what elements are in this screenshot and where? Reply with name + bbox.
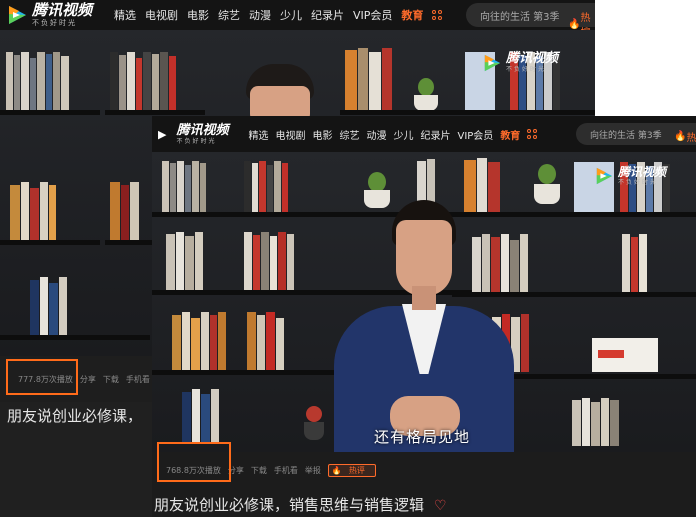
- video-watermark: 腾讯视频 不负好时光: [482, 52, 558, 73]
- hot-search[interactable]: 🔥 热: [674, 129, 696, 144]
- plant: [532, 162, 562, 212]
- nav-item-featured[interactable]: 精选: [114, 7, 136, 23]
- share-button[interactable]: 分享: [80, 374, 96, 385]
- watch-on-phone-button[interactable]: 手机看: [126, 374, 150, 385]
- play-triangle-icon: ▶: [158, 127, 167, 141]
- watch-on-phone-button[interactable]: 手机看: [274, 465, 298, 476]
- nav-item-education[interactable]: 教育: [500, 127, 520, 142]
- plant: [412, 78, 442, 113]
- tencent-video-logo-icon: [484, 54, 501, 71]
- presenter: [324, 186, 524, 452]
- nav-links: 精选 电视剧 电影 综艺 动漫 少儿 纪录片 VIP会员 教育: [248, 127, 538, 142]
- hot-comments-badge[interactable]: 🔥 热评: [327, 463, 376, 477]
- watermark-subtitle: 不负好时光: [506, 66, 547, 73]
- front-screenshot: ▶ 腾讯视频 不负好时光 精选 电视剧 电影 综艺 动漫 少儿 纪录片 VIP会…: [152, 116, 696, 517]
- nav-item-variety[interactable]: 综艺: [218, 7, 240, 23]
- grid-icon[interactable]: [527, 129, 538, 139]
- logo[interactable]: ▶ 腾讯视频 不负好时光: [158, 124, 228, 145]
- nav-item-variety[interactable]: 综艺: [339, 127, 359, 142]
- heart-icon[interactable]: ♡: [434, 498, 447, 514]
- nav-item-vip[interactable]: VIP会员: [353, 7, 392, 23]
- nav-item-tv[interactable]: 电视剧: [145, 7, 178, 23]
- video-player[interactable]: 腾讯视频 不负好时光 还有格局见地: [152, 152, 696, 452]
- fire-icon: 🔥: [331, 465, 342, 475]
- bookshelf-background: [152, 152, 696, 452]
- box: [592, 338, 662, 372]
- report-button[interactable]: 举报: [305, 465, 321, 476]
- video-stats-bar: 768.8万次播放 分享 下载 手机看 举报 🔥 热评: [152, 452, 696, 488]
- download-button[interactable]: 下载: [251, 465, 267, 476]
- video-watermark: 腾讯视频 不负好时光: [594, 166, 666, 186]
- nav-links: 精选 电视剧 电影 综艺 动漫 少儿 纪录片 VIP会员 教育: [114, 7, 443, 23]
- top-nav: 腾讯视频 不负好时光 精选 电视剧 电影 综艺 动漫 少儿 纪录片 VIP会员 …: [0, 0, 595, 39]
- video-title-text: 朋友说创业必修课，销售思维与销售逻辑: [154, 496, 425, 514]
- nav-item-vip[interactable]: VIP会员: [457, 127, 493, 142]
- nav-item-anime[interactable]: 动漫: [366, 127, 386, 142]
- logo-subtitle: 不负好时光: [176, 137, 217, 145]
- logo[interactable]: 腾讯视频 不负好时光: [6, 3, 92, 27]
- play-count-highlight-box: [6, 359, 78, 395]
- nav-item-movies[interactable]: 电影: [312, 127, 332, 142]
- nav-item-kids[interactable]: 少儿: [393, 127, 413, 142]
- video-title: 朋友说创业必修课，: [7, 407, 143, 425]
- hot-search-label: 热: [686, 133, 696, 144]
- logo-subtitle: 不负好时光: [32, 19, 77, 27]
- watermark-title: 腾讯视频: [618, 165, 667, 179]
- nav-item-featured[interactable]: 精选: [248, 127, 268, 142]
- nav-item-movies[interactable]: 电影: [187, 7, 209, 23]
- watermark-subtitle: 不负好时光: [618, 179, 659, 186]
- nav-item-documentary[interactable]: 纪录片: [311, 7, 344, 23]
- fire-icon: 🔥: [568, 18, 581, 30]
- download-button[interactable]: 下载: [103, 374, 119, 385]
- play-count-highlight-box: [157, 442, 231, 482]
- tencent-video-logo-icon: [596, 167, 613, 185]
- nav-item-documentary[interactable]: 纪录片: [420, 127, 450, 142]
- nav-item-education[interactable]: 教育: [401, 7, 423, 23]
- video-caption: 还有格局见地: [374, 428, 471, 446]
- logo-title: 腾讯视频: [32, 1, 93, 19]
- top-nav: ▶ 腾讯视频 不负好时光 精选 电视剧 电影 综艺 动漫 少儿 纪录片 VIP会…: [152, 116, 696, 152]
- tencent-video-logo-icon: [9, 6, 26, 24]
- fire-icon: 🔥: [674, 131, 687, 142]
- nav-item-kids[interactable]: 少儿: [280, 7, 302, 23]
- hot-comments-label: 热评: [348, 465, 365, 475]
- logo-title: 腾讯视频: [176, 122, 229, 138]
- watermark-title: 腾讯视频: [506, 51, 559, 66]
- grid-icon[interactable]: [432, 10, 443, 20]
- nav-item-anime[interactable]: 动漫: [249, 7, 271, 23]
- video-title: 朋友说创业必修课，销售思维与销售逻辑 ♡: [154, 494, 447, 515]
- nav-item-tv[interactable]: 电视剧: [275, 127, 305, 142]
